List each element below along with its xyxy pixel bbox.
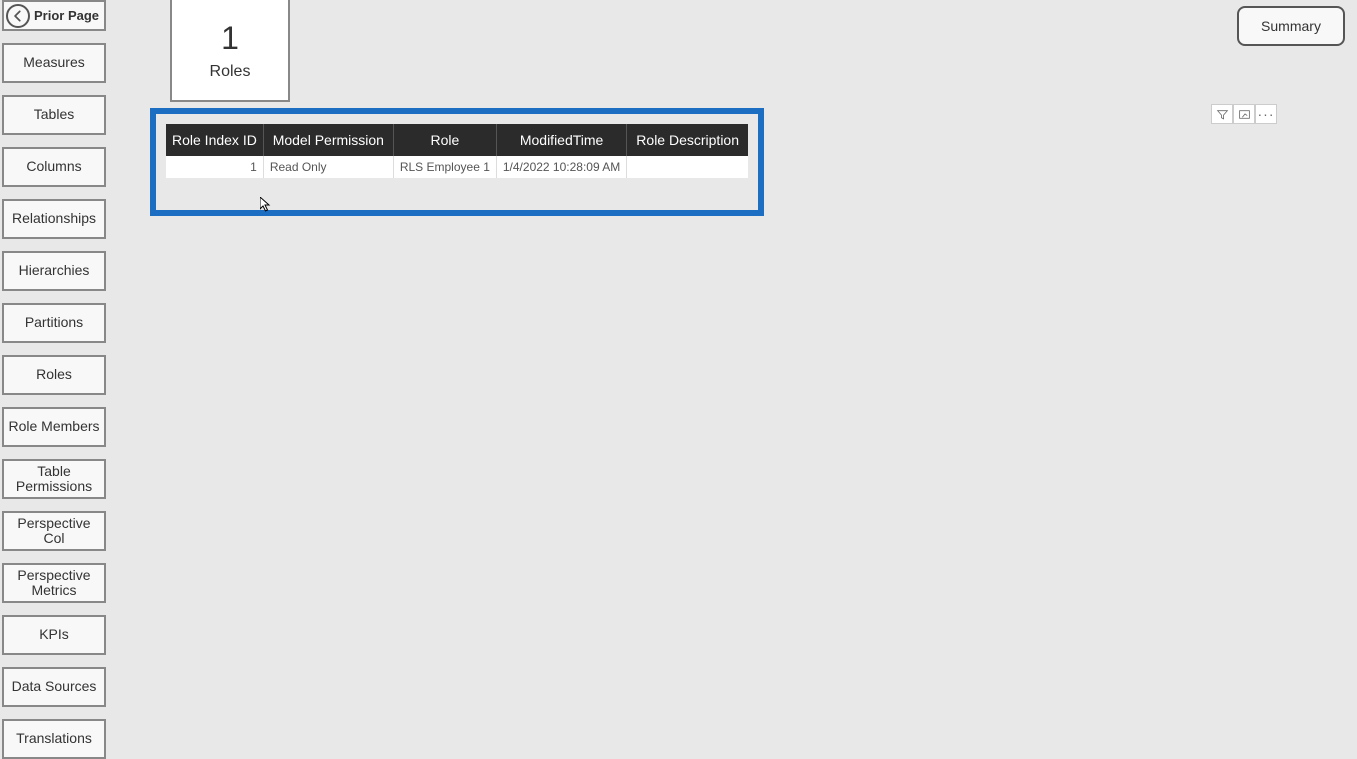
sidebar-item-measures[interactable]: Measures bbox=[2, 43, 106, 83]
ellipsis-icon: ··· bbox=[1258, 106, 1275, 122]
sidebar-item-partitions[interactable]: Partitions bbox=[2, 303, 106, 343]
col-modified-time[interactable]: ModifiedTime bbox=[496, 124, 626, 156]
filter-button[interactable] bbox=[1211, 104, 1233, 124]
col-role[interactable]: Role bbox=[393, 124, 496, 156]
table-header-row: Role Index ID Model Permission Role Modi… bbox=[166, 124, 748, 156]
filter-icon bbox=[1216, 108, 1229, 121]
cell-role-description bbox=[627, 156, 748, 178]
prior-page-label: Prior Page bbox=[34, 8, 99, 23]
col-role-index-id[interactable]: Role Index ID bbox=[166, 124, 263, 156]
cell-role: RLS Employee 1 bbox=[393, 156, 496, 178]
sidebar-item-roles[interactable]: Roles bbox=[2, 355, 106, 395]
sidebar-item-tables[interactable]: Tables bbox=[2, 95, 106, 135]
more-options-button[interactable]: ··· bbox=[1255, 104, 1277, 124]
sidebar-item-table-permissions[interactable]: Table Permissions bbox=[2, 459, 106, 499]
sidebar: Prior Page Measures Tables Columns Relat… bbox=[2, 0, 108, 759]
roles-count-card: 1 Roles bbox=[170, 0, 290, 102]
sidebar-item-relationships[interactable]: Relationships bbox=[2, 199, 106, 239]
cell-modified-time: 1/4/2022 10:28:09 AM bbox=[496, 156, 626, 178]
col-role-description[interactable]: Role Description bbox=[627, 124, 748, 156]
sidebar-item-translations[interactable]: Translations bbox=[2, 719, 106, 759]
sidebar-item-kpis[interactable]: KPIs bbox=[2, 615, 106, 655]
sidebar-item-perspective-col[interactable]: Perspective Col bbox=[2, 511, 106, 551]
sidebar-item-columns[interactable]: Columns bbox=[2, 147, 106, 187]
focus-mode-button[interactable] bbox=[1233, 104, 1255, 124]
visual-toolbar: ··· bbox=[1211, 104, 1277, 124]
cell-role-index-id: 1 bbox=[166, 156, 263, 178]
roles-count-label: Roles bbox=[210, 63, 251, 81]
roles-count-value: 1 bbox=[221, 20, 239, 57]
back-arrow-icon bbox=[6, 4, 30, 28]
col-model-permission[interactable]: Model Permission bbox=[263, 124, 393, 156]
focus-icon bbox=[1238, 108, 1251, 121]
table-row[interactable]: 1 Read Only RLS Employee 1 1/4/2022 10:2… bbox=[166, 156, 748, 178]
roles-table-visual[interactable]: Role Index ID Model Permission Role Modi… bbox=[150, 108, 764, 216]
sidebar-item-perspective-metrics[interactable]: Perspective Metrics bbox=[2, 563, 106, 603]
roles-table: Role Index ID Model Permission Role Modi… bbox=[166, 124, 748, 178]
sidebar-item-hierarchies[interactable]: Hierarchies bbox=[2, 251, 106, 291]
sidebar-item-data-sources[interactable]: Data Sources bbox=[2, 667, 106, 707]
sidebar-item-role-members[interactable]: Role Members bbox=[2, 407, 106, 447]
cell-model-permission: Read Only bbox=[263, 156, 393, 178]
prior-page-button[interactable]: Prior Page bbox=[2, 0, 106, 31]
summary-button[interactable]: Summary bbox=[1237, 6, 1345, 46]
